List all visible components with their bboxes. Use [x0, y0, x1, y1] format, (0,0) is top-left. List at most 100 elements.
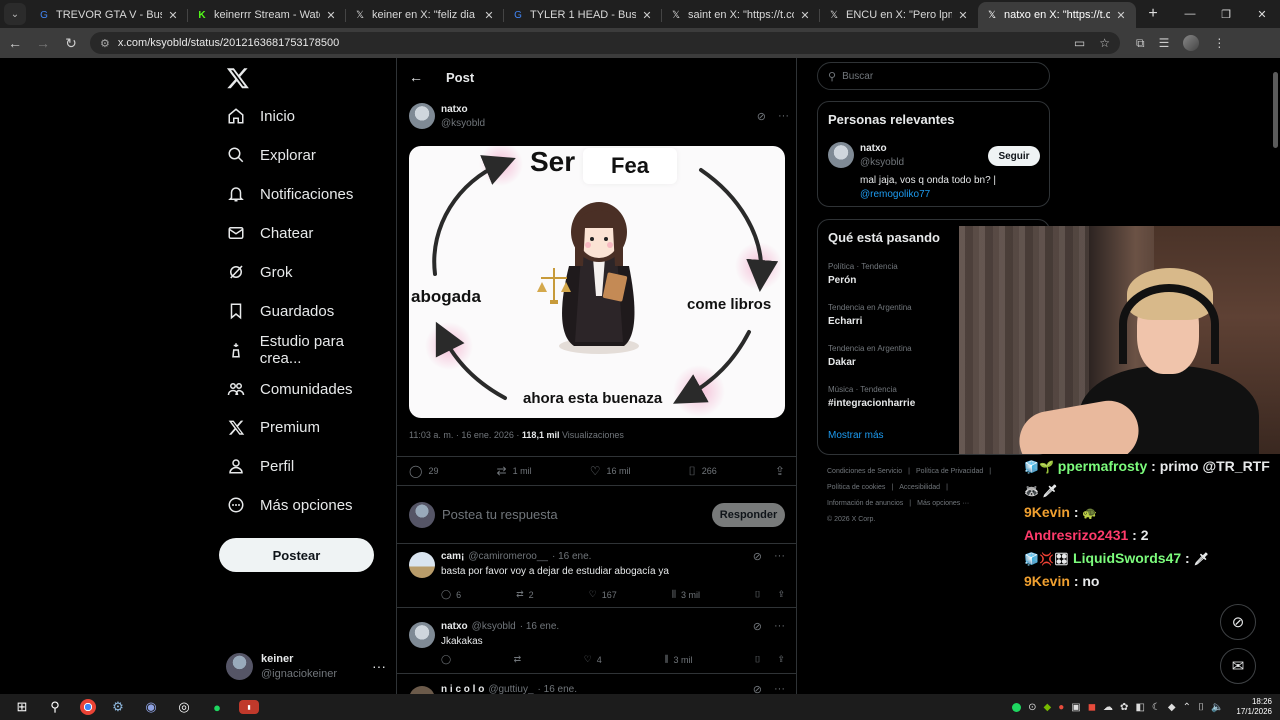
address-bar[interactable]: ⚙ x.com/ksyobld/status/20121636817531785…	[90, 32, 1120, 54]
microphone-icon[interactable]: ●	[1058, 702, 1064, 713]
nav-home[interactable]: Inicio	[226, 102, 295, 130]
tray-icon[interactable]: ☾	[1152, 702, 1161, 713]
grok-icon[interactable]: ⊘	[753, 620, 762, 633]
maximize-icon[interactable]: ❐	[1208, 0, 1244, 28]
share-icon[interactable]: ⇪	[777, 589, 785, 600]
tab-close-icon[interactable]: ✕	[324, 9, 338, 22]
browser-tab[interactable]: 𝕏 saint en X: "https://t.co/G398 ✕	[662, 2, 820, 28]
browser-tab[interactable]: G TREVOR GTA V - Buscar con Go ✕	[30, 2, 188, 28]
footer-link[interactable]: Más opciones ···	[917, 500, 969, 507]
author-handle[interactable]: @ksyobld	[441, 118, 485, 129]
forward-icon[interactable]: →	[30, 30, 56, 56]
reply-date[interactable]: · 16 ene.	[552, 551, 591, 562]
nav-communities[interactable]: Comunidades	[226, 375, 353, 403]
reply-action[interactable]: ◯	[441, 654, 451, 665]
follow-button[interactable]: Seguir	[988, 146, 1040, 166]
tray-icon[interactable]: ◧	[1135, 702, 1144, 713]
network-icon[interactable]: ⌷	[1198, 702, 1204, 713]
reply-date[interactable]: · 16 ene.	[520, 621, 559, 632]
avatar[interactable]	[409, 622, 435, 648]
avatar[interactable]	[409, 552, 435, 578]
more-icon[interactable]: ···	[774, 550, 785, 563]
taskbar-clock[interactable]: 18:26 17/1/2026	[1236, 697, 1272, 717]
repost-action[interactable]: ⇄	[514, 654, 522, 665]
post-button[interactable]: Postear	[219, 538, 374, 572]
share-action[interactable]: ⇪	[775, 464, 785, 478]
reply-item[interactable]: n i c o l o @guttiuy_ · 16 ene. ⊘ ···	[397, 678, 797, 694]
nav-profile[interactable]: Perfil	[226, 452, 294, 480]
tab-search-button[interactable]: ⌄	[4, 3, 26, 25]
repost-action[interactable]: ⇄ 1 mil	[497, 464, 532, 478]
reply-action[interactable]: ◯ 6	[441, 589, 461, 600]
more-icon[interactable]: ···	[778, 110, 789, 123]
obs-icon[interactable]: ◎	[173, 696, 195, 718]
site-info-icon[interactable]: ⚙	[100, 37, 110, 50]
reply-author-name[interactable]: cam¡	[441, 551, 464, 562]
more-icon[interactable]: ···	[372, 658, 386, 674]
grok-icon[interactable]: ⊘	[753, 683, 762, 694]
browser-menu-icon[interactable]: ⋮	[1213, 36, 1225, 50]
extensions-icon[interactable]: ⧉	[1136, 36, 1145, 51]
trend-item[interactable]: Música · Tendencia #integracionharrie	[828, 385, 915, 409]
trend-item[interactable]: Política · Tendencia Perón	[828, 262, 898, 286]
author-name[interactable]: natxo	[441, 104, 485, 115]
steam-icon[interactable]: ⚙	[107, 696, 129, 718]
tab-close-icon[interactable]: ✕	[482, 9, 496, 22]
more-icon[interactable]: ···	[774, 683, 785, 694]
minimize-icon[interactable]: —	[1172, 0, 1208, 28]
voicemod-icon[interactable]: ▮	[239, 700, 259, 714]
tray-icon[interactable]: ◼	[1088, 702, 1096, 713]
nvidia-icon[interactable]: ◆	[1044, 702, 1052, 713]
user-name[interactable]: natxo	[860, 143, 887, 154]
bookmark-action[interactable]: ⌷ 266	[689, 464, 717, 479]
tray-chevron-icon[interactable]: ⌃	[1183, 702, 1191, 713]
footer-link[interactable]: Información de anuncios	[827, 500, 903, 507]
footer-link[interactable]: Política de Privacidad	[916, 468, 983, 475]
x-logo-icon[interactable]	[226, 66, 250, 90]
bookmark-action[interactable]: ⌷ ⇪	[755, 654, 785, 665]
grok-icon[interactable]: ⊘	[757, 110, 766, 123]
nav-chat[interactable]: Chatear	[226, 219, 313, 247]
footer-link[interactable]: Condiciones de Servicio	[827, 468, 902, 475]
avatar[interactable]	[828, 142, 854, 168]
chrome-icon[interactable]	[80, 699, 96, 715]
back-icon[interactable]: ←	[2, 30, 28, 56]
nav-grok[interactable]: Grok	[226, 258, 293, 286]
tray-icon[interactable]: ⊙	[1028, 702, 1036, 713]
bookmark-star-icon[interactable]: ☆	[1099, 36, 1110, 50]
browser-tab[interactable]: K keinerrr Stream - Watch Live on ✕	[188, 2, 346, 28]
reply-author-handle[interactable]: @camiromeroo__	[468, 551, 548, 562]
nav-premium[interactable]: Premium	[226, 413, 320, 441]
grok-fab-button[interactable]: ⊘	[1220, 604, 1256, 640]
spotify-tray-icon[interactable]	[1012, 702, 1022, 712]
tray-icon[interactable]: ✿	[1120, 702, 1128, 713]
tab-close-icon[interactable]: ✕	[166, 9, 180, 22]
browser-tab[interactable]: 𝕏 ENCU en X: "Pero lpm ni empe ✕	[820, 2, 978, 28]
timestamp-text[interactable]: 11:03 a. m. · 16 ene. 2026 ·	[409, 430, 519, 440]
tab-close-icon[interactable]: ✕	[1114, 9, 1128, 22]
like-action[interactable]: ♡ 16 mil	[590, 464, 631, 478]
tab-close-icon[interactable]: ✕	[798, 9, 812, 22]
new-tab-button[interactable]: +	[1142, 3, 1164, 25]
scrollbar-thumb[interactable]	[1273, 72, 1278, 148]
tray-icon[interactable]: ▣	[1071, 702, 1080, 713]
footer-link[interactable]: Accesibilidad	[899, 484, 940, 491]
windows-start-icon[interactable]: ⊞	[11, 696, 33, 718]
bookmark-action[interactable]: ⌷ ⇪	[755, 589, 785, 600]
trend-item[interactable]: Tendencia en Argentina Echarri	[828, 303, 912, 327]
volume-icon[interactable]: 🔈	[1211, 702, 1223, 713]
tray-icon[interactable]: ☁	[1103, 702, 1113, 713]
search-icon[interactable]: ⚲	[44, 696, 66, 718]
nav-explore[interactable]: Explorar	[226, 141, 316, 169]
tray-icon[interactable]: ◆	[1168, 702, 1176, 713]
trend-item[interactable]: Tendencia en Argentina Dakar	[828, 344, 912, 368]
nav-more-options[interactable]: Más opciones	[226, 491, 353, 519]
browser-tab[interactable]: 𝕏 keiner en X: "feliz dia bebetos ✕	[346, 2, 504, 28]
nav-notifications[interactable]: Notificaciones	[226, 180, 353, 208]
views-action[interactable]: ⫼ 3 mil	[664, 654, 692, 665]
spotify-icon[interactable]: ●	[206, 696, 228, 718]
like-action[interactable]: ♡ 167	[589, 589, 617, 600]
more-icon[interactable]: ···	[774, 620, 785, 633]
reply-author-handle[interactable]: @ksyobld	[472, 621, 516, 632]
post-image[interactable]: Ser Fea abogada come libros ahora esta b…	[409, 146, 785, 418]
